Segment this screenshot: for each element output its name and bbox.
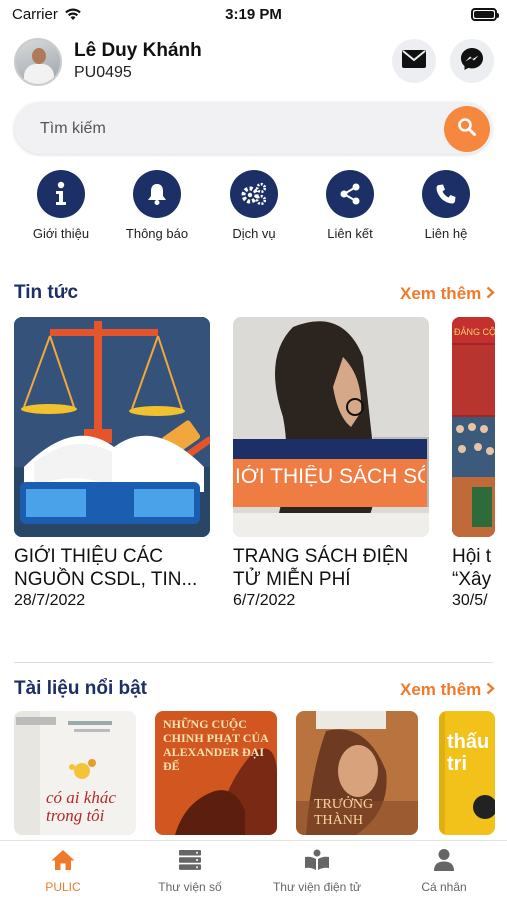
tab-profile-label: Cá nhân bbox=[421, 880, 467, 894]
profile-header: Lê Duy Khánh PU0495 bbox=[14, 38, 494, 88]
tab-home[interactable]: PULIC bbox=[0, 847, 126, 894]
book-icon bbox=[254, 847, 380, 873]
bell-icon bbox=[133, 170, 181, 218]
news-banner-text: IỚI THIỆU SÁCH SỐ bbox=[235, 465, 425, 488]
news-title: GIỚI THIỆU CÁC NGUỒN CSDL, TIN... bbox=[14, 546, 198, 590]
avatar[interactable] bbox=[14, 38, 62, 86]
book-cover-text: NHỮNG CUỘC CHINH PHẠT CỦA ALEXANDER ĐẠI … bbox=[163, 717, 269, 773]
quick-notifications[interactable]: Thông báo bbox=[109, 170, 205, 241]
chevron-right-icon bbox=[486, 680, 495, 699]
search-icon bbox=[457, 117, 477, 142]
quick-actions: Giới thiệu Thông báo Dịch vụ Liên kết Li… bbox=[0, 170, 507, 250]
news-see-more-label: Xem thêm bbox=[400, 284, 482, 303]
section-divider bbox=[14, 662, 493, 663]
book-cover-text: TRƯỞNG THÀNH bbox=[314, 797, 374, 828]
book-card[interactable]: thấu tri bbox=[439, 711, 495, 835]
featured-see-more[interactable]: Xem thêm bbox=[400, 680, 495, 700]
quick-contact[interactable]: Liên hệ bbox=[398, 170, 494, 241]
user-icon bbox=[381, 847, 507, 873]
quick-intro[interactable]: Giới thiệu bbox=[13, 170, 109, 241]
tab-home-label: PULIC bbox=[45, 880, 81, 894]
share-icon bbox=[326, 170, 374, 218]
news-see-more[interactable]: Xem thêm bbox=[400, 284, 495, 304]
gears-icon bbox=[230, 170, 278, 218]
server-icon bbox=[127, 847, 253, 873]
featured-section-title: Tài liệu nổi bật bbox=[14, 678, 148, 699]
news-title: TRANG SÁCH ĐIỆN TỬ MIỄN PHÍ bbox=[233, 546, 409, 590]
status-bar: Carrier 3:19 PM bbox=[0, 0, 507, 30]
news-section-title: Tin tức bbox=[14, 282, 79, 303]
book-cover-text: thấu tri bbox=[447, 731, 490, 775]
book-card[interactable]: NHỮNG CUỘC CHINH PHẠT CỦA ALEXANDER ĐẠI … bbox=[155, 711, 277, 835]
book-cover-text: có ai khác trong tôi bbox=[46, 788, 116, 825]
tab-e-library-label: Thư viện điện tử bbox=[272, 880, 362, 894]
book-card[interactable]: TRƯỞNG THÀNH bbox=[296, 711, 418, 835]
search-bar bbox=[14, 102, 492, 154]
messenger-icon bbox=[460, 47, 484, 76]
mail-button[interactable] bbox=[392, 39, 436, 83]
quick-intro-label: Giới thiệu bbox=[32, 226, 90, 241]
user-code: PU0495 bbox=[74, 64, 132, 81]
tab-digital-library[interactable]: Thư viện số bbox=[127, 847, 253, 894]
search-button[interactable] bbox=[444, 106, 490, 152]
envelope-icon bbox=[402, 49, 426, 73]
news-card[interactable]: ĐẢNG CỘN Hội t “Xây 30/5/ bbox=[452, 317, 507, 610]
featured-see-more-label: Xem thêm bbox=[400, 680, 482, 699]
phone-icon bbox=[422, 170, 470, 218]
svg-text:ĐẢNG CỘN: ĐẢNG CỘN bbox=[454, 326, 495, 337]
quick-links[interactable]: Liên kết bbox=[302, 170, 398, 241]
news-date: 28/7/2022 bbox=[14, 592, 86, 609]
quick-contact-label: Liên hệ bbox=[424, 226, 468, 241]
tab-bar: PULIC Thư viện số Thư viện điện tử Cá nh… bbox=[0, 840, 507, 901]
quick-services-label: Dịch vụ bbox=[232, 226, 276, 241]
news-date: 30/5/ bbox=[452, 592, 488, 609]
news-card[interactable]: IỚI THIỆU SÁCH SỐ TRANG SÁCH ĐIỆN TỬ MIỄ… bbox=[233, 317, 429, 610]
tab-digital-library-label: Thư viện số bbox=[158, 880, 222, 894]
info-icon bbox=[37, 170, 85, 218]
quick-services[interactable]: Dịch vụ bbox=[206, 170, 302, 241]
chevron-right-icon bbox=[486, 284, 495, 303]
book-card[interactable]: có ai khác trong tôi bbox=[14, 711, 136, 835]
news-card[interactable]: GIỚI THIỆU CÁC NGUỒN CSDL, TIN... 28/7/2… bbox=[14, 317, 210, 610]
news-thumbnail: IỚI THIỆU SÁCH SỐ bbox=[233, 317, 429, 537]
news-title: Hội t “Xây bbox=[452, 546, 492, 590]
news-thumbnail bbox=[14, 317, 210, 537]
user-name: Lê Duy Khánh bbox=[74, 40, 202, 61]
tab-e-library[interactable]: Thư viện điện tử bbox=[254, 847, 380, 894]
search-input[interactable] bbox=[38, 114, 422, 144]
battery-icon bbox=[471, 8, 499, 21]
news-thumbnail: ĐẢNG CỘN bbox=[452, 317, 495, 537]
tab-profile[interactable]: Cá nhân bbox=[381, 847, 507, 894]
news-date: 6/7/2022 bbox=[233, 592, 296, 609]
home-icon bbox=[0, 847, 126, 873]
messenger-button[interactable] bbox=[450, 39, 494, 83]
clock: 3:19 PM bbox=[225, 6, 282, 23]
quick-links-label: Liên kết bbox=[327, 226, 373, 241]
quick-notifications-label: Thông báo bbox=[125, 226, 189, 241]
